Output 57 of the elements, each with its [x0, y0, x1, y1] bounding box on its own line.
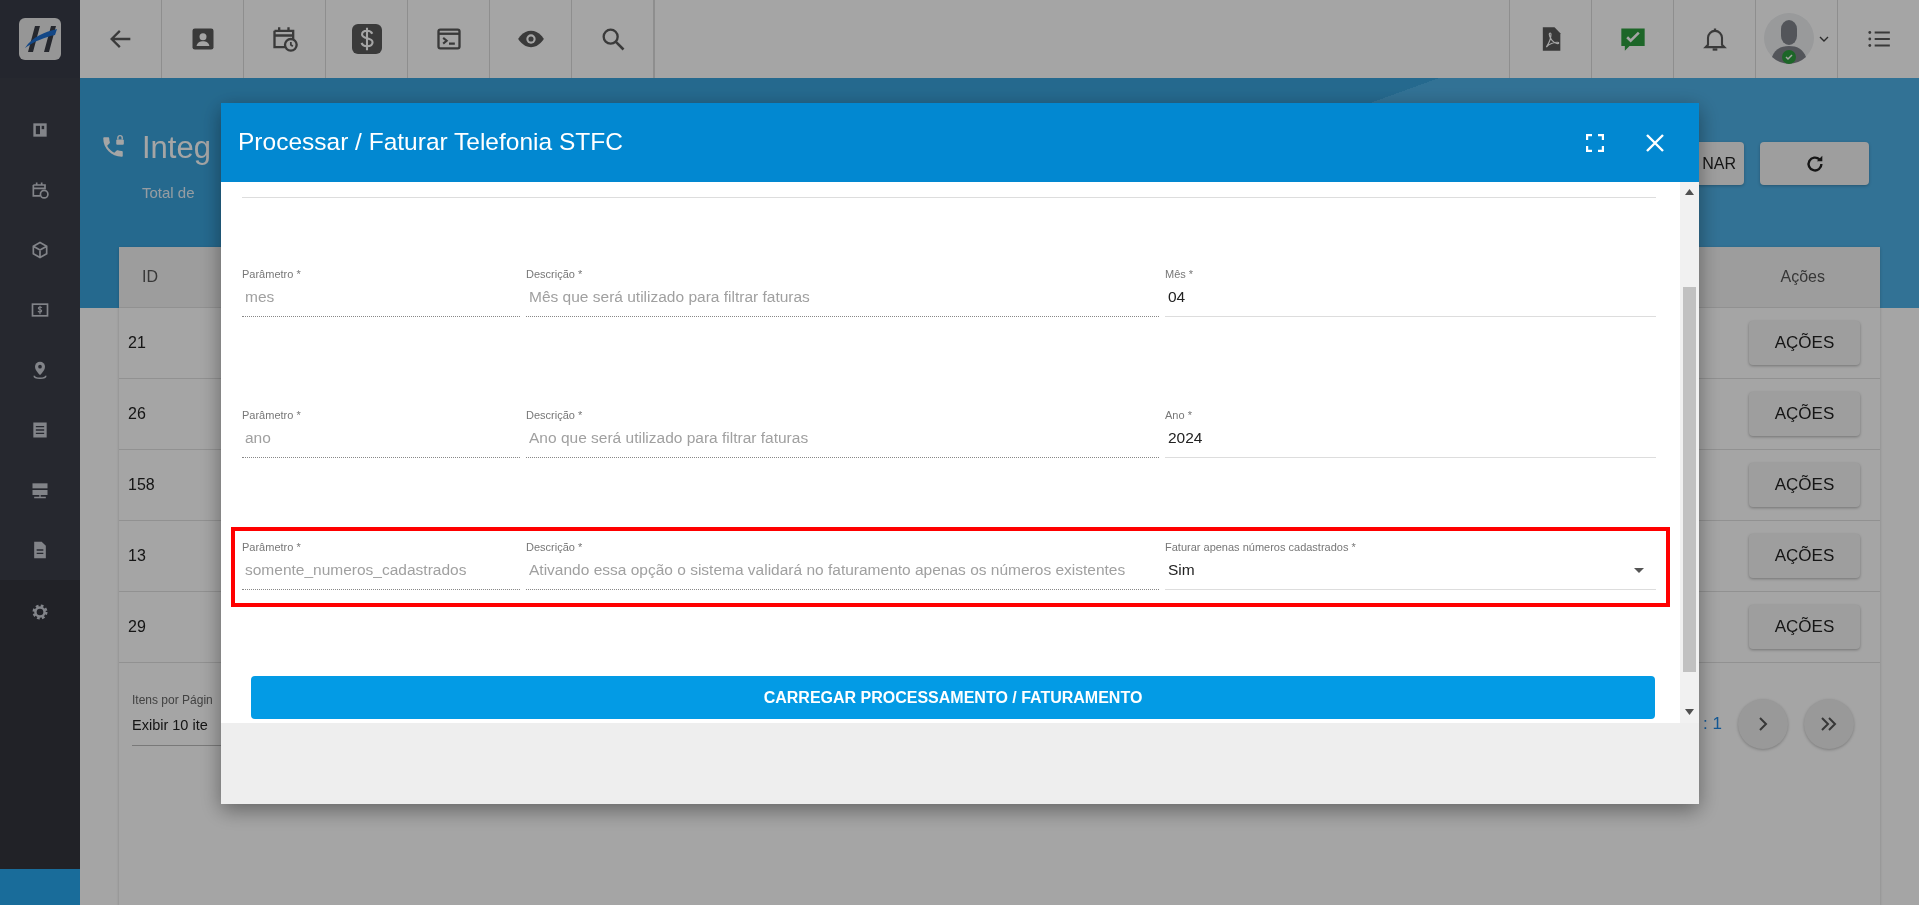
fullscreen-icon [1586, 133, 1604, 152]
actions-button[interactable]: AÇÕES [1749, 463, 1860, 507]
field-label: Descrição * [526, 409, 584, 421]
app-logo[interactable] [19, 18, 61, 60]
readonly-field: Mês que será utilizado para filtrar faturas [526, 280, 1159, 317]
actions-button[interactable]: AÇÕES [1749, 605, 1860, 649]
readonly-field: Ativando essa opção o sistema validará no faturamento apenas os números existentes [526, 553, 1159, 590]
scroll-up-icon[interactable] [1685, 189, 1694, 195]
money-icon [30, 300, 50, 320]
readonly-field: somente_numeros_cadastrados [242, 553, 520, 590]
chevron-right-icon [1756, 717, 1770, 731]
avatar-icon [1764, 13, 1816, 65]
actions-button[interactable]: AÇÕES [1749, 321, 1860, 365]
cube-icon [30, 240, 50, 260]
server-icon [30, 480, 50, 500]
close-icon [1646, 133, 1664, 152]
column-header: ID [142, 267, 158, 287]
input-field[interactable]: 2024 [1165, 421, 1656, 458]
scrollbar[interactable] [1680, 182, 1699, 723]
double-chevron-right-icon [1820, 717, 1838, 731]
field-label: Mês * [1165, 268, 1195, 280]
table-cell-text: 29 [128, 617, 146, 637]
readonly-field: ano [242, 421, 520, 458]
list-icon [30, 420, 50, 440]
table-cell-text: 13 [128, 546, 146, 566]
caret-icon [1819, 35, 1829, 43]
field-label: Itens por Págin [132, 692, 214, 709]
page-title: Integ [142, 130, 211, 166]
readonly-field: Ano que será utilizado para filtrar faturas [526, 421, 1159, 458]
page-info: : 1 [1703, 713, 1722, 736]
field-label: Descrição * [526, 268, 584, 280]
dashboard-icon [30, 120, 50, 140]
last-page-button[interactable] [1804, 699, 1854, 749]
input-field[interactable]: 04 [1165, 280, 1656, 317]
field-label: Parâmetro * [242, 541, 302, 553]
scroll-down-icon[interactable] [1685, 709, 1694, 715]
modal-title: Processar / Faturar Telefonia STFC [238, 127, 623, 158]
phone-icon [100, 134, 126, 160]
table-cell-text: 21 [128, 333, 146, 353]
actions-button[interactable]: AÇÕES [1749, 534, 1860, 578]
table-cell-text: 26 [128, 404, 146, 424]
field-label: Parâmetro * [242, 409, 302, 421]
field-label: Descrição * [526, 541, 584, 553]
actions-button[interactable]: AÇÕES [1749, 392, 1860, 436]
page-subtitle: Total de [142, 183, 196, 203]
field-label: Ano * [1165, 409, 1193, 421]
field-label: Faturar apenas números cadastrados * [1165, 541, 1357, 553]
gear-icon [30, 602, 50, 622]
select-field[interactable]: Sim [1165, 553, 1656, 590]
caret-icon [1634, 567, 1644, 573]
calendar-clock-icon [270, 25, 299, 53]
calendar-clock-icon [30, 180, 50, 200]
table-cell-text: 158 [128, 475, 155, 495]
readonly-field: mes [242, 280, 520, 317]
column-header: Ações [1780, 267, 1825, 287]
refresh-button[interactable] [1760, 142, 1869, 185]
field-label: Parâmetro * [242, 268, 302, 280]
